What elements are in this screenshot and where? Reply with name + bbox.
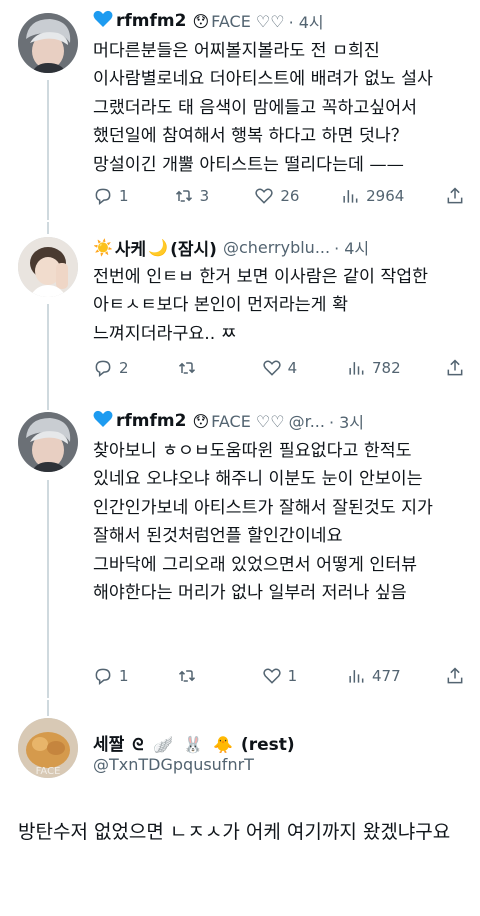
blue-heart-icon — [93, 410, 113, 433]
views-button[interactable]: 782 — [346, 358, 401, 378]
view-count: 477 — [371, 667, 401, 685]
reply-button[interactable]: 2 — [93, 358, 133, 378]
blue-heart-icon — [93, 10, 113, 33]
like-button[interactable]: 4 — [262, 358, 302, 378]
post-text: 방탄수저 없었으면 ㄴㅈㅅ가 어케 여기까지 왔겠냐구요 — [18, 821, 451, 843]
reply-button[interactable]: 1 — [93, 186, 133, 206]
name-tag: FACE ♡♡ — [211, 411, 285, 431]
sun-emoji-icon: ☀️ — [93, 237, 113, 257]
retweet-count: 3 — [199, 187, 210, 205]
user-handle[interactable]: @cherryblu... — [223, 238, 330, 257]
like-count: 26 — [280, 187, 300, 205]
view-count: 2964 — [366, 187, 405, 205]
moon-emoji-icon: 🌙 — [148, 237, 169, 257]
views-icon — [349, 670, 364, 683]
views-button[interactable]: 477 — [346, 666, 401, 686]
like-count: 4 — [287, 359, 298, 377]
avatar[interactable] — [18, 237, 78, 297]
views-icon — [349, 362, 364, 375]
thread-line — [47, 80, 49, 220]
heart-icon — [255, 188, 274, 204]
thread-line — [47, 404, 49, 410]
views-icon — [343, 190, 358, 203]
moon-emoji-icon: ᘓ — [132, 735, 144, 754]
retweet-icon — [175, 190, 192, 202]
retweet-button[interactable] — [177, 358, 217, 378]
user-handle[interactable]: @r... — [289, 412, 325, 431]
retweet-icon — [179, 670, 196, 682]
reply-icon — [95, 188, 111, 206]
timestamp[interactable]: · 4시 — [334, 235, 369, 259]
avatar[interactable]: FACE — [18, 718, 78, 778]
action-bar: 1 1 477 — [93, 664, 465, 688]
thread-line — [47, 222, 49, 234]
retweet-button[interactable]: 3 — [174, 186, 214, 206]
thread-line — [47, 700, 49, 716]
like-button[interactable]: 1 — [262, 666, 302, 686]
name-tag: FACE ♡♡ — [211, 11, 285, 31]
share-button[interactable] — [445, 358, 465, 378]
display-name[interactable]: rfmfm2 — [116, 411, 186, 431]
tweet-text: 머다른분들은 어찌볼지볼라도 전 ㅁ희진 이사람별로네요 더아티스트에 배려가 … — [93, 41, 439, 175]
retweet-icon — [179, 362, 196, 374]
heart-icon — [262, 668, 281, 684]
tweet-text: 찾아보니 ㅎㅇㅂ도움따윈 필요없다고 한적도 있네요 오냐오냐 해주니 이분도 … — [93, 441, 433, 604]
reply-count: 1 — [119, 667, 129, 685]
share-icon — [447, 187, 463, 204]
tweet-header: rfmfm2 😯 FACE ♡♡ @r... · 3시 — [93, 409, 464, 433]
views-button[interactable]: 2964 — [340, 186, 404, 206]
display-name[interactable]: 사케 — [115, 235, 146, 260]
avatar[interactable] — [18, 412, 78, 472]
retweet-button[interactable] — [177, 666, 217, 686]
thread-line — [47, 304, 49, 404]
like-button[interactable]: 26 — [254, 186, 299, 206]
share-icon — [447, 359, 463, 376]
share-icon — [447, 667, 463, 684]
display-name-suffix[interactable]: (rest) — [241, 735, 295, 755]
tweet-header: rfmfm2 😯 FACE ♡♡ · 4시 — [93, 9, 464, 33]
display-name[interactable]: 세짤 — [93, 735, 124, 755]
share-button[interactable] — [445, 186, 465, 206]
reply-button[interactable]: 1 — [93, 666, 133, 686]
wing-emoji-icon: 🪽 — [153, 735, 174, 754]
reply-icon — [95, 668, 111, 686]
thread-line — [47, 480, 49, 698]
share-button[interactable] — [445, 666, 465, 686]
reply-count: 1 — [119, 187, 129, 205]
face-emoji-icon: 😯 — [192, 411, 210, 431]
action-bar: 1 3 26 2964 — [93, 184, 465, 208]
reply-icon — [95, 360, 111, 378]
display-name-suffix[interactable]: (잠시) — [170, 235, 217, 260]
avatar[interactable] — [18, 13, 78, 73]
heart-icon — [262, 360, 281, 376]
face-emoji-icon: 😯 — [192, 11, 210, 31]
rabbit-emoji-icon: 🐰 — [183, 735, 204, 754]
like-count: 1 — [287, 667, 298, 685]
user-handle[interactable]: @TxnTDGpqusufnrT — [93, 755, 254, 774]
tweet-text: 전번에 인ㅌㅂ 한거 보면 이사람은 같이 작업한 아ㅌㅅㅌ보다 본인이 먼저라… — [93, 267, 434, 344]
view-count: 782 — [371, 359, 401, 377]
reply-count: 2 — [119, 359, 129, 377]
timestamp[interactable]: · 3시 — [329, 409, 364, 433]
timestamp[interactable]: · 4시 — [289, 9, 324, 33]
chick-emoji-icon: 🐥 — [213, 735, 233, 754]
display-name[interactable]: rfmfm2 — [116, 11, 186, 31]
svg-text:FACE: FACE — [36, 766, 61, 777]
action-bar: 2 4 782 — [93, 356, 465, 380]
tweet-header: ☀️ 사케 🌙 (잠시) @cherryblu... · 4시 — [93, 235, 464, 260]
post-header: 세짤 ᘓ 🪽 🐰 🐥 (rest) — [93, 730, 295, 755]
